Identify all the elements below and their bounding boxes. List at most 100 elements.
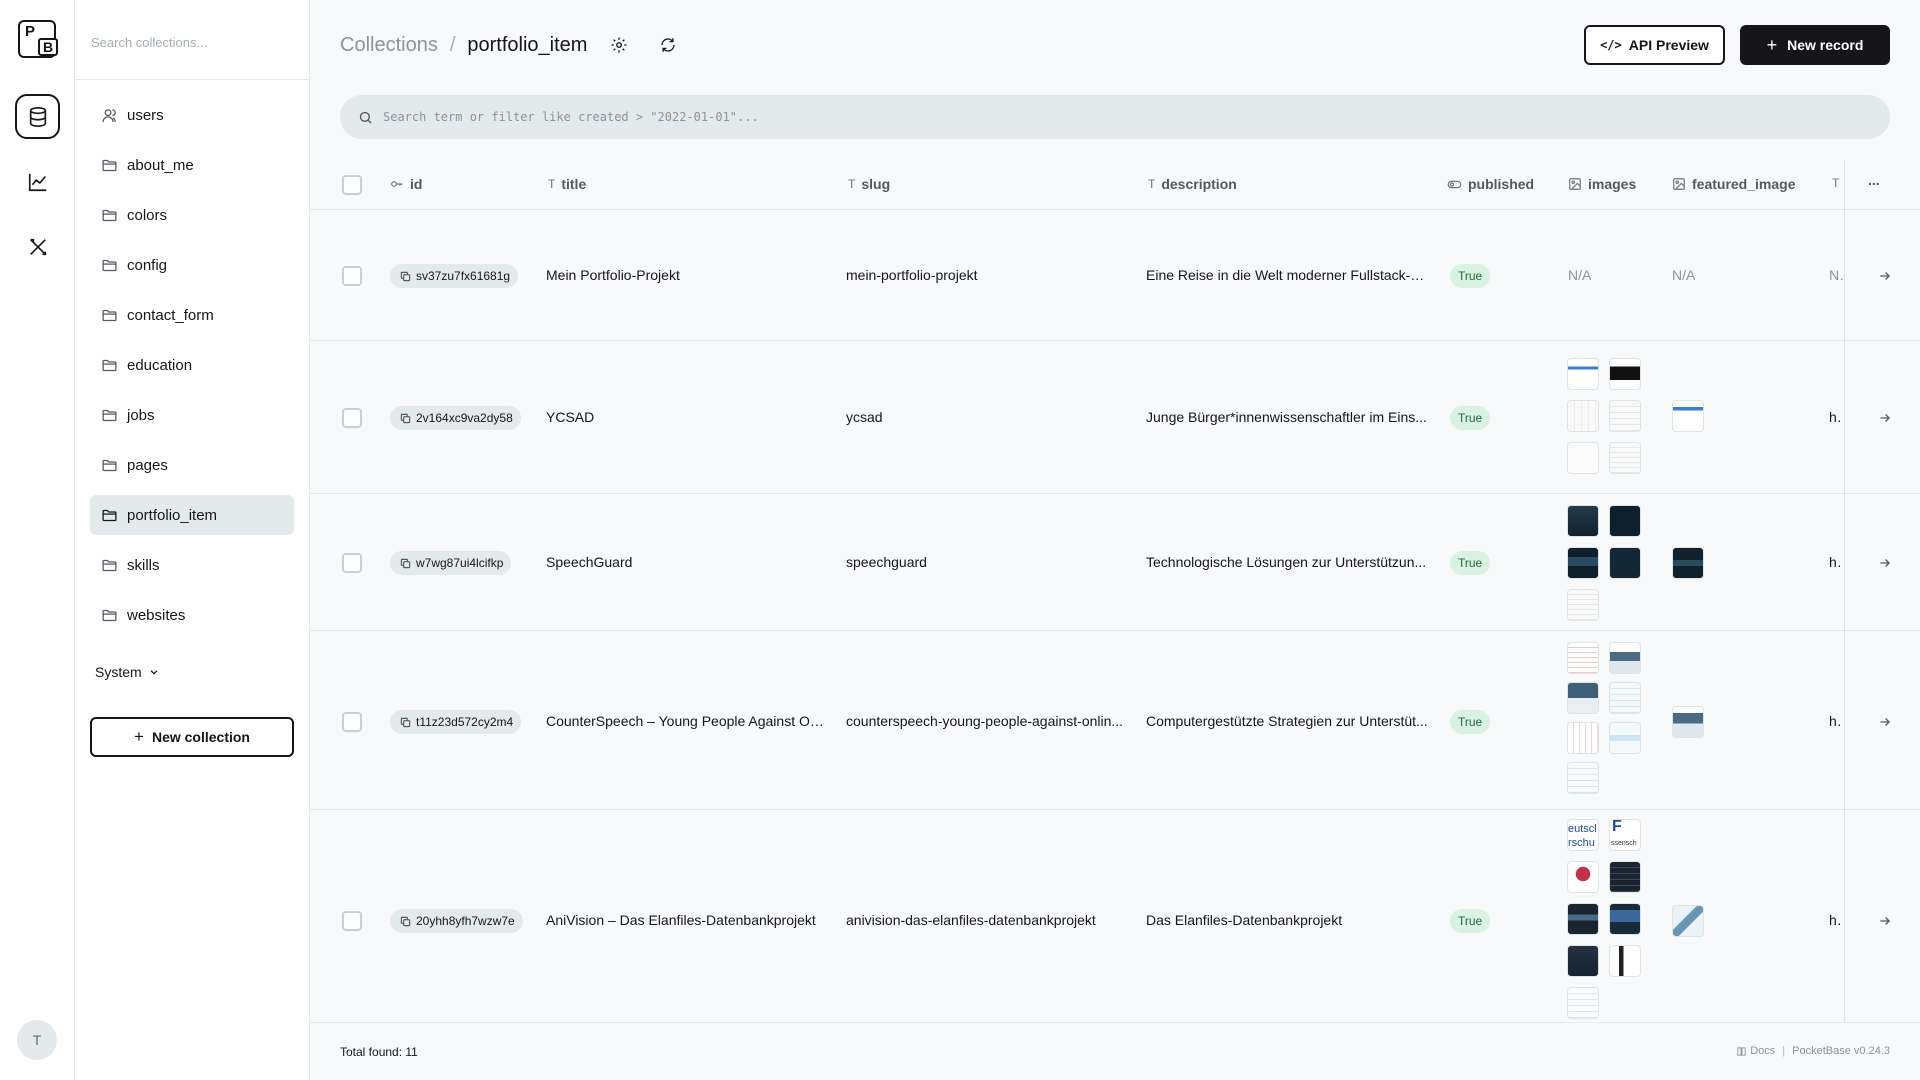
table-row[interactable]: 2v164xc9va2dy58 YCSAD ycsad Junge Bürger… bbox=[310, 342, 1920, 494]
featured-image-thumbnail[interactable] bbox=[1672, 905, 1704, 937]
sidebar-item-education[interactable]: education bbox=[90, 345, 294, 385]
image-thumbnail[interactable] bbox=[1567, 987, 1599, 1019]
settings-nav-button[interactable] bbox=[15, 224, 60, 269]
featured-image-thumbnail[interactable] bbox=[1672, 547, 1704, 579]
row-checkbox[interactable] bbox=[342, 266, 362, 286]
image-thumbnail[interactable] bbox=[1609, 642, 1641, 674]
column-header-description[interactable]: T description bbox=[1148, 176, 1237, 192]
sidebar-item-skills[interactable]: skills bbox=[90, 545, 294, 585]
record-id: 20yhh8yfh7wzw7e bbox=[416, 914, 515, 928]
select-all-checkbox[interactable] bbox=[342, 175, 362, 195]
records-filter-input[interactable] bbox=[383, 110, 1863, 124]
row-checkbox[interactable] bbox=[342, 408, 362, 428]
column-header-published[interactable]: published bbox=[1447, 176, 1534, 192]
sidebar-item-jobs[interactable]: jobs bbox=[90, 395, 294, 435]
image-thumbnail[interactable] bbox=[1609, 903, 1641, 935]
featured-image-thumbnail[interactable] bbox=[1672, 400, 1704, 432]
image-thumbnail[interactable] bbox=[1567, 589, 1599, 621]
table-row[interactable]: 20yhh8yfh7wzw7e AniVision – Das Elanfile… bbox=[310, 811, 1920, 1022]
arrow-right-icon[interactable] bbox=[1875, 408, 1895, 428]
image-thumbnail[interactable] bbox=[1609, 547, 1641, 579]
image-thumbnail[interactable] bbox=[1567, 861, 1599, 893]
arrow-right-icon[interactable] bbox=[1875, 266, 1895, 286]
sidebar-item-portfolio-item[interactable]: portfolio_item bbox=[90, 495, 294, 535]
image-thumbnail[interactable] bbox=[1567, 505, 1599, 537]
image-thumbnail[interactable] bbox=[1567, 722, 1599, 754]
arrow-right-icon[interactable] bbox=[1875, 553, 1895, 573]
cell-slug: counterspeech-young-people-against-onlin… bbox=[846, 713, 1124, 729]
image-thumbnail[interactable] bbox=[1567, 358, 1599, 390]
record-id-badge[interactable]: 2v164xc9va2dy58 bbox=[390, 406, 521, 430]
row-checkbox[interactable] bbox=[342, 553, 362, 573]
table-row[interactable]: t11z23d572cy2m4 CounterSpeech – Young Pe… bbox=[310, 632, 1920, 810]
image-thumbnail[interactable] bbox=[1609, 505, 1641, 537]
record-id-badge[interactable]: sv37zu7fx61681g bbox=[390, 264, 519, 288]
image-thumbnail[interactable] bbox=[1567, 547, 1599, 579]
sidebar-item-config[interactable]: config bbox=[90, 245, 294, 285]
sidebar-item-label: contact_form bbox=[127, 306, 214, 324]
row-checkbox[interactable] bbox=[342, 911, 362, 931]
new-collection-button[interactable]: + New collection bbox=[90, 717, 294, 757]
chart-line-icon bbox=[28, 173, 46, 191]
collection-settings-button[interactable] bbox=[608, 34, 630, 56]
refresh-button[interactable] bbox=[657, 34, 679, 56]
sidebar-item-contact-form[interactable]: contact_form bbox=[90, 295, 294, 335]
version-link[interactable]: PocketBase v0.24.3 bbox=[1792, 1045, 1890, 1057]
more-icon: ... bbox=[1868, 172, 1880, 188]
collections-nav-button[interactable] bbox=[15, 94, 60, 139]
record-id-badge[interactable]: w7wg87ui4lcifkp bbox=[390, 551, 512, 575]
image-thumbnail[interactable] bbox=[1567, 442, 1599, 474]
sidebar-item-pages[interactable]: pages bbox=[90, 445, 294, 485]
column-header-id[interactable]: id bbox=[390, 176, 422, 192]
image-thumbnail[interactable] bbox=[1609, 722, 1641, 754]
breadcrumb-collections[interactable]: Collections bbox=[340, 34, 438, 57]
pocketbase-logo[interactable]: P B bbox=[18, 20, 59, 58]
column-header-title[interactable]: T title bbox=[548, 176, 586, 192]
image-thumbnail[interactable] bbox=[1567, 945, 1599, 977]
new-record-button[interactable]: + New record bbox=[1740, 25, 1890, 65]
image-thumbnail[interactable] bbox=[1567, 400, 1599, 432]
arrow-right-icon[interactable] bbox=[1875, 911, 1895, 931]
image-thumbnail[interactable] bbox=[1609, 358, 1641, 390]
system-label: System bbox=[95, 664, 142, 680]
sidebar-item-about-me[interactable]: about_me bbox=[90, 145, 294, 185]
arrow-right-icon[interactable] bbox=[1875, 712, 1895, 732]
api-preview-button[interactable]: </> API Preview bbox=[1584, 25, 1725, 65]
record-id-badge[interactable]: t11z23d572cy2m4 bbox=[390, 710, 522, 734]
image-thumbnail[interactable] bbox=[1567, 762, 1599, 794]
collections-search-input[interactable] bbox=[91, 24, 291, 60]
column-header-featured-image[interactable]: featured_image bbox=[1672, 176, 1795, 192]
records-filter-bar[interactable] bbox=[340, 95, 1890, 139]
sidebar-item-users[interactable]: users bbox=[90, 95, 294, 135]
image-thumbnail[interactable]: eutscl rschu bbox=[1567, 819, 1599, 851]
sidebar-item-websites[interactable]: websites bbox=[90, 595, 294, 635]
columns-menu-button[interactable]: ... bbox=[1868, 172, 1880, 188]
featured-image-thumbnail[interactable] bbox=[1672, 706, 1704, 738]
image-thumbnail[interactable] bbox=[1567, 903, 1599, 935]
image-thumbnail[interactable] bbox=[1609, 442, 1641, 474]
image-thumbnail[interactable] bbox=[1609, 682, 1641, 714]
record-id: sv37zu7fx61681g bbox=[416, 269, 511, 283]
image-thumbnail[interactable]: F ssensch bbox=[1609, 819, 1641, 851]
image-icon bbox=[1568, 177, 1582, 191]
logs-nav-button[interactable] bbox=[15, 159, 60, 204]
column-header-images[interactable]: images bbox=[1568, 176, 1636, 192]
image-thumbnail[interactable] bbox=[1567, 682, 1599, 714]
column-header-url[interactable]: T bbox=[1832, 176, 1845, 190]
image-thumbnail[interactable] bbox=[1567, 642, 1599, 674]
sidebar-item-colors[interactable]: colors bbox=[90, 195, 294, 235]
system-collections-toggle[interactable]: System bbox=[95, 664, 159, 680]
user-avatar[interactable]: T bbox=[17, 1020, 57, 1060]
column-header-slug[interactable]: T slug bbox=[848, 176, 890, 192]
text-field-icon: T bbox=[548, 177, 556, 191]
record-id-badge[interactable]: 20yhh8yfh7wzw7e bbox=[390, 909, 523, 933]
table-row[interactable]: w7wg87ui4lcifkp SpeechGuard speechguard … bbox=[310, 495, 1920, 631]
sidebar-item-label: config bbox=[127, 256, 168, 274]
table-row[interactable]: sv37zu7fx61681g Mein Portfolio-Projekt m… bbox=[310, 211, 1920, 341]
row-checkbox[interactable] bbox=[342, 712, 362, 732]
image-thumbnail[interactable] bbox=[1609, 945, 1641, 977]
docs-link[interactable]: Docs bbox=[1750, 1045, 1775, 1057]
breadcrumb-separator: / bbox=[449, 33, 456, 56]
image-thumbnail[interactable] bbox=[1609, 861, 1641, 893]
image-thumbnail[interactable] bbox=[1609, 400, 1641, 432]
